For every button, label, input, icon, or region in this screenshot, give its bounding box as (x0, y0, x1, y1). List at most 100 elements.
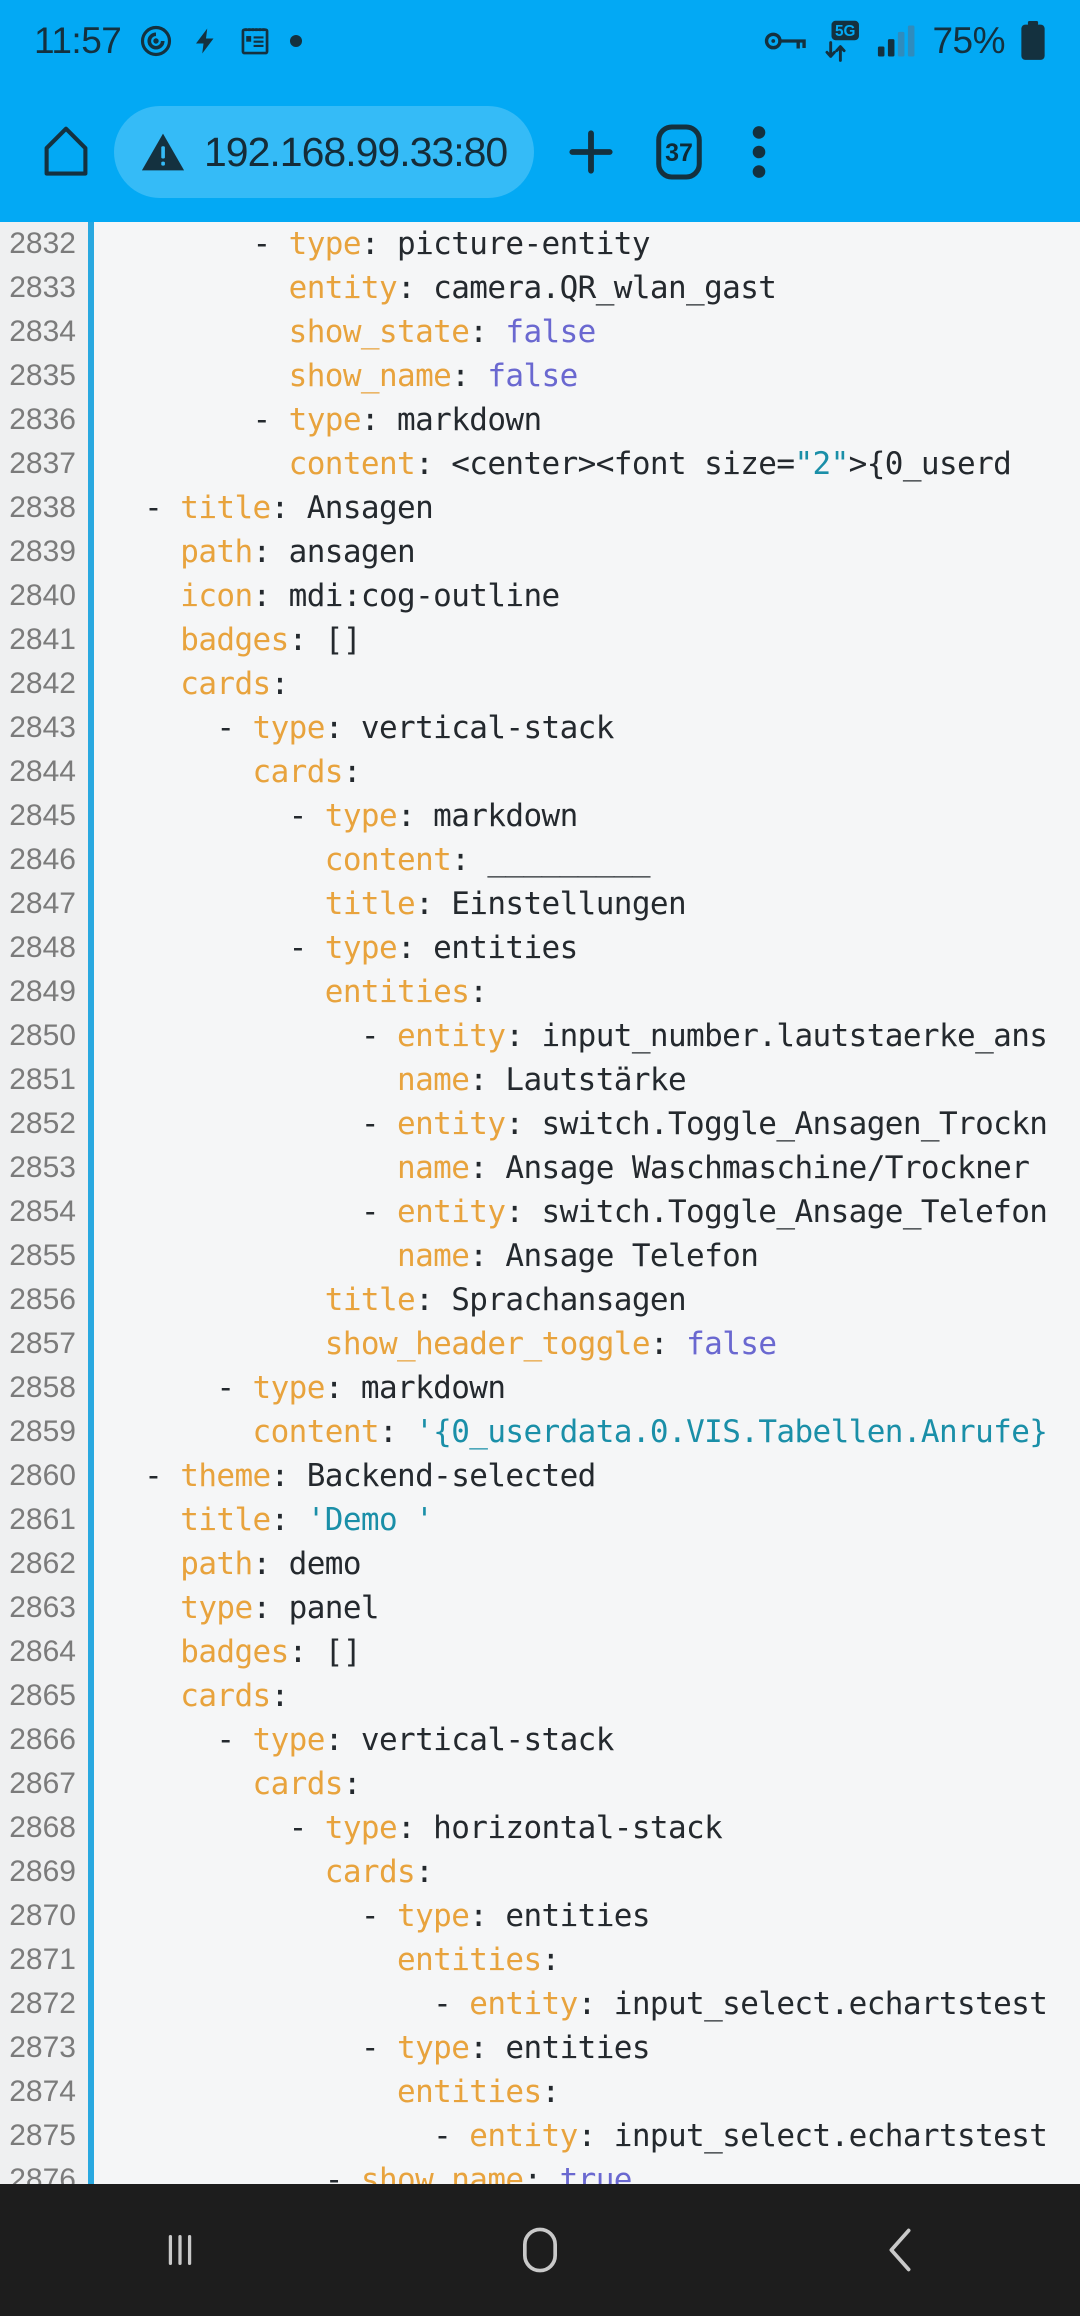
code-line[interactable]: cards: (108, 1762, 1080, 1806)
code-line[interactable]: - type: markdown (108, 1366, 1080, 1410)
code-line[interactable]: name: Ansage Telefon (108, 1234, 1080, 1278)
code-line[interactable]: - type: entities (108, 2026, 1080, 2070)
code-line[interactable]: show_header_toggle: false (108, 1322, 1080, 1366)
line-number: 2844 (9, 755, 76, 788)
line-number: 2851 (9, 1063, 76, 1096)
code-viewer[interactable]: 2832 2833 2834 2835 2836 2837 2838 2839 2840 2841… (0, 222, 1080, 2184)
code-line[interactable]: - type: picture-entity (108, 222, 1080, 266)
code-line[interactable]: - type: vertical-stack (108, 706, 1080, 750)
code-token: theme (180, 1458, 271, 1494)
code-line[interactable]: - type: vertical-stack (108, 1718, 1080, 1762)
url-bar[interactable]: 192.168.99.33:8091/l (114, 106, 534, 198)
code-line[interactable]: path: ansagen (108, 530, 1080, 574)
overflow-menu-button[interactable] (724, 124, 794, 180)
code-content[interactable]: - type: picture-entity entity: camera.QR… (94, 222, 1080, 2184)
code-line[interactable]: name: Lautstärke (108, 1058, 1080, 1102)
code-line[interactable]: - type: entities (108, 1894, 1080, 1938)
code-line[interactable]: title: 'Demo ' (108, 1498, 1080, 1542)
code-line[interactable]: title: Sprachansagen (108, 1278, 1080, 1322)
code-token: : (541, 1942, 561, 1978)
code-line[interactable]: cards: (108, 1850, 1080, 1894)
code-line[interactable]: - show_name: true (108, 2158, 1080, 2184)
code-token: : (469, 314, 506, 350)
code-token: entity (397, 1018, 506, 1054)
status-bar-left: 11:57 (34, 20, 303, 62)
code-line[interactable]: path: demo (108, 1542, 1080, 1586)
code-token: : _________ (451, 842, 650, 878)
code-token: - (108, 798, 325, 834)
code-line[interactable]: - type: horizontal-stack (108, 1806, 1080, 1850)
code-line[interactable]: entities: (108, 970, 1080, 1014)
code-line[interactable]: entities: (108, 1938, 1080, 1982)
code-line[interactable]: - entity: input_select.echartstest (108, 2114, 1080, 2158)
code-line[interactable]: content: '{0_userdata.0.VIS.Tabellen.Anr… (108, 1410, 1080, 1454)
code-line[interactable]: type: panel (108, 1586, 1080, 1630)
code-token: - (108, 710, 253, 746)
home-icon (40, 124, 92, 180)
home-button[interactable] (26, 124, 106, 180)
code-token: - (108, 490, 181, 526)
code-line[interactable]: name: Ansage Waschmaschine/Trockner (108, 1146, 1080, 1190)
home-button[interactable] (450, 2184, 630, 2316)
code-line[interactable]: - entity: switch.Toggle_Ansage_Telefon (108, 1190, 1080, 1234)
code-line[interactable]: cards: (108, 1674, 1080, 1718)
line-number: 2861 (9, 1503, 76, 1536)
code-line[interactable]: title: Einstellungen (108, 882, 1080, 926)
back-button[interactable] (810, 2184, 990, 2316)
code-line[interactable]: - theme: Backend-selected (108, 1454, 1080, 1498)
overflow-menu-icon (751, 124, 767, 180)
code-token: - (108, 1370, 253, 1406)
code-line[interactable]: show_name: false (108, 354, 1080, 398)
code-line[interactable]: - title: Ansagen (108, 486, 1080, 530)
dot-icon (289, 34, 303, 48)
warning-triangle-icon[interactable] (140, 130, 186, 174)
code-line[interactable]: badges: [] (108, 1630, 1080, 1674)
code-line[interactable]: - type: markdown (108, 794, 1080, 838)
line-number: 2873 (9, 2031, 76, 2064)
code-line[interactable]: entities: (108, 2070, 1080, 2114)
code-token: : (451, 358, 488, 394)
code-line[interactable]: cards: (108, 750, 1080, 794)
line-number: 2857 (9, 1327, 76, 1360)
code-line[interactable]: badges: [] (108, 618, 1080, 662)
code-token: name (397, 1238, 470, 1274)
line-number: 2845 (9, 799, 76, 832)
line-number: 2859 (9, 1415, 76, 1448)
code-token: type (397, 1898, 470, 1934)
home-pill-icon (516, 2224, 564, 2276)
code-token: icon (180, 578, 253, 614)
status-clock: 11:57 (34, 20, 122, 61)
code-token: - (108, 1722, 253, 1758)
code-line[interactable]: - type: markdown (108, 398, 1080, 442)
new-tab-button[interactable] (548, 124, 634, 180)
status-bar-right: 5G 75% (763, 20, 1046, 62)
recents-button[interactable] (90, 2184, 270, 2316)
code-line[interactable]: entity: camera.QR_wlan_gast (108, 266, 1080, 310)
code-token: : (270, 666, 290, 702)
code-line[interactable]: - type: entities (108, 926, 1080, 970)
code-token: - (108, 930, 325, 966)
code-line[interactable]: content: _________ (108, 838, 1080, 882)
code-token: type (288, 402, 362, 438)
vpn-key-icon (763, 26, 807, 56)
code-token: - (108, 1986, 470, 2022)
code-token: : demo (252, 1546, 362, 1582)
line-number: 2842 (9, 667, 76, 700)
line-number: 2849 (9, 975, 76, 1008)
code-token: entities (324, 974, 470, 1010)
code-line[interactable]: - entity: input_number.lautstaerke_ans (108, 1014, 1080, 1058)
code-token: show_name (288, 358, 452, 394)
code-token: : switch.Toggle_Ansage_Telefon (505, 1194, 1048, 1230)
code-line[interactable]: icon: mdi:cog-outline (108, 574, 1080, 618)
code-line[interactable]: show_state: false (108, 310, 1080, 354)
android-navigation-bar (0, 2184, 1080, 2316)
code-token: - (108, 226, 289, 262)
code-token: entities (397, 1942, 542, 1978)
tab-switcher-button[interactable]: 37 (634, 121, 724, 183)
code-line[interactable]: content: <center><font size="2">{0_userd (108, 442, 1080, 486)
code-line[interactable]: - entity: input_select.echartstest (108, 1982, 1080, 2026)
code-line[interactable]: - entity: switch.Toggle_Ansagen_Trockn (108, 1102, 1080, 1146)
code-line[interactable]: cards: (108, 662, 1080, 706)
